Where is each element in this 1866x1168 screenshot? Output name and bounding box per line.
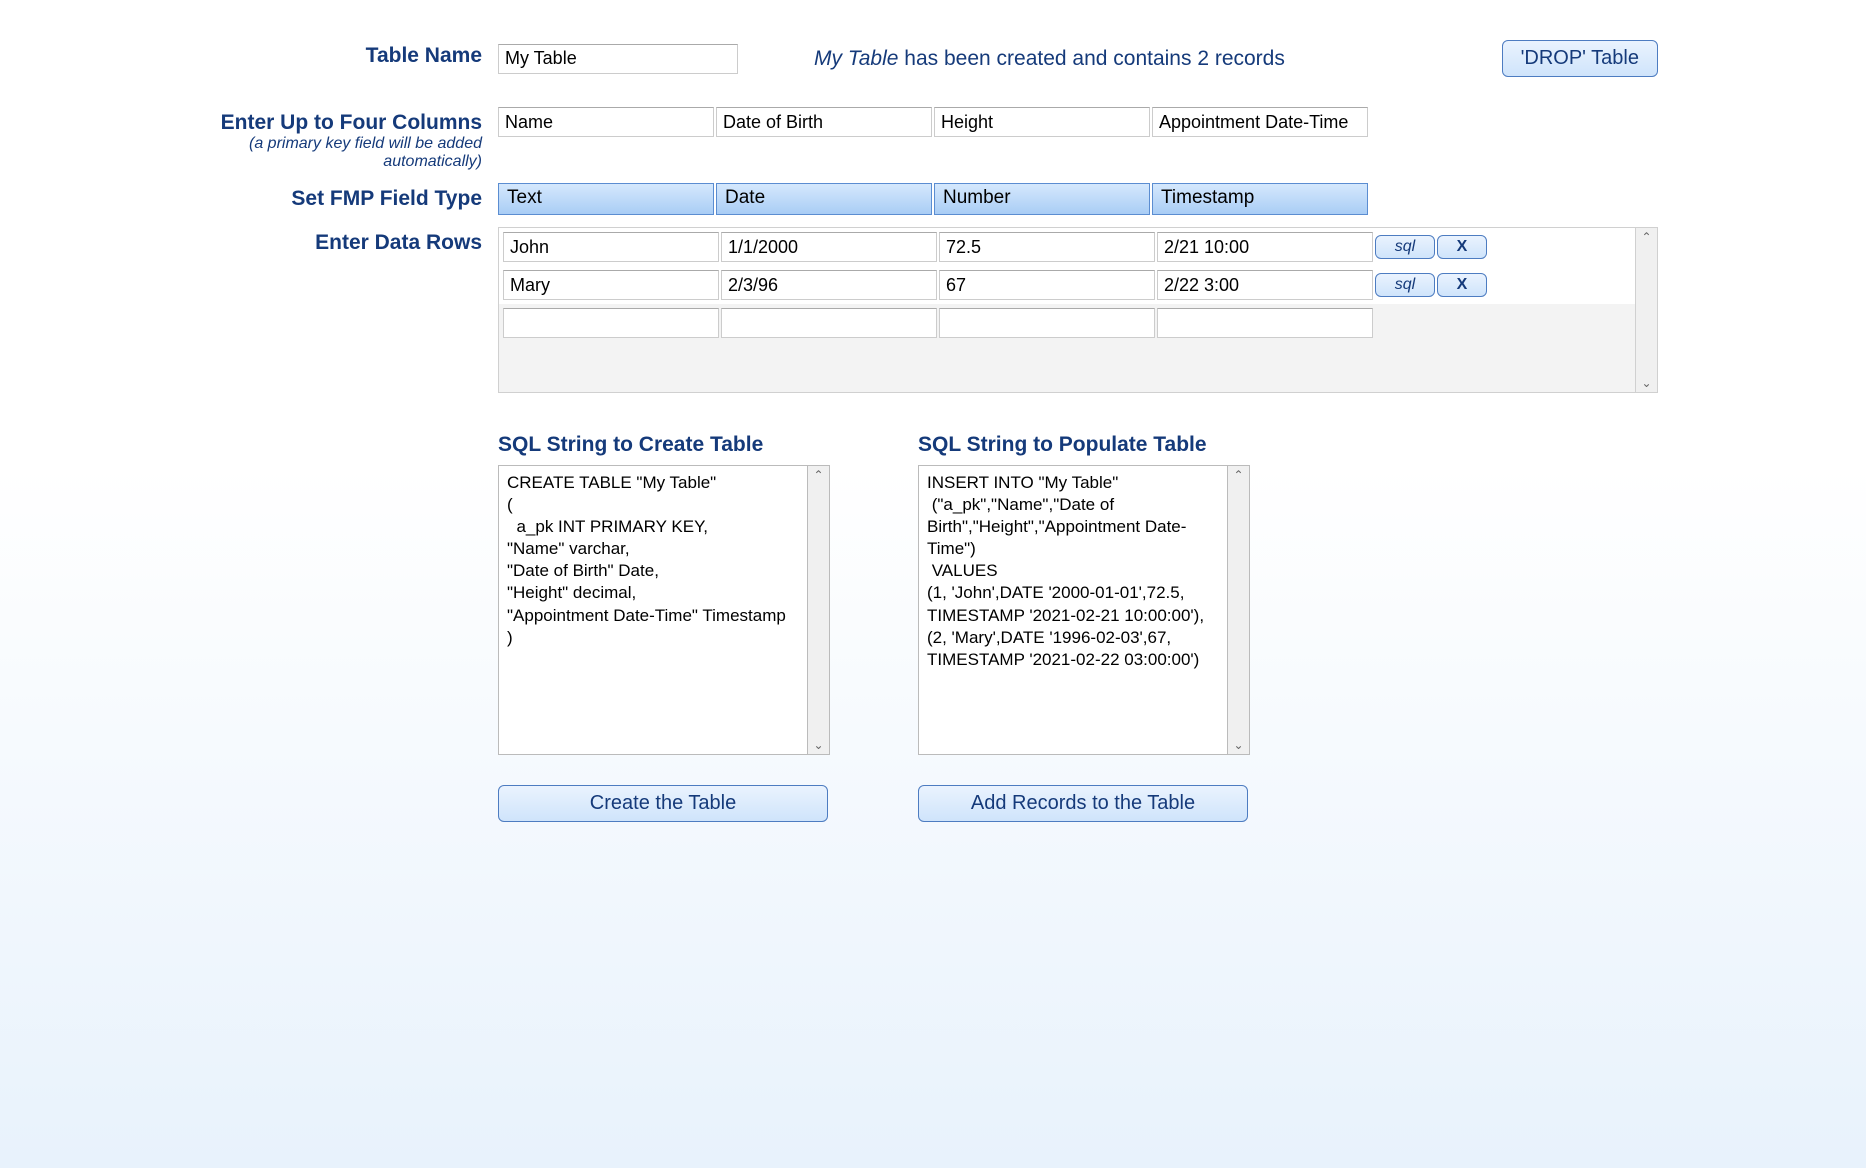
add-records-button[interactable]: Add Records to the Table xyxy=(918,785,1248,822)
sql-populate-heading: SQL String to Populate Table xyxy=(918,433,1258,457)
data-cell[interactable] xyxy=(503,270,719,300)
sql-create-textarea[interactable]: CREATE TABLE "My Table" ( a_pk INT PRIMA… xyxy=(498,465,808,755)
label-columns: Enter Up to Four Columns (a primary key … xyxy=(208,107,498,171)
data-cell[interactable] xyxy=(1157,232,1373,262)
column-name-input-3[interactable] xyxy=(1152,107,1368,137)
status-message: My Table has been created and contains 2… xyxy=(754,47,1486,71)
label-columns-main: Enter Up to Four Columns xyxy=(221,111,482,134)
column-name-input-2[interactable] xyxy=(934,107,1150,137)
scroll-down-icon[interactable]: ⌄ xyxy=(811,736,825,754)
label-table-name: Table Name xyxy=(208,40,498,68)
field-type-select-3[interactable]: Timestamp xyxy=(1152,183,1368,215)
sql-create-heading: SQL String to Create Table xyxy=(498,433,838,457)
row-delete-button[interactable]: X xyxy=(1437,235,1487,259)
sql-populate-textarea[interactable]: INSERT INTO "My Table" ("a_pk","Name","D… xyxy=(918,465,1228,755)
scroll-down-icon[interactable]: ⌄ xyxy=(1231,736,1245,754)
table-name-input[interactable] xyxy=(498,44,738,74)
status-rest: has been created and contains 2 records xyxy=(898,47,1284,70)
data-cell[interactable] xyxy=(721,308,937,338)
scroll-down-icon[interactable]: ⌄ xyxy=(1639,374,1653,392)
sql-populate-scrollbar[interactable]: ⌃ ⌄ xyxy=(1228,465,1250,755)
sql-create-scrollbar[interactable]: ⌃ ⌄ xyxy=(808,465,830,755)
data-cell[interactable] xyxy=(503,308,719,338)
column-name-input-1[interactable] xyxy=(716,107,932,137)
data-cell[interactable] xyxy=(939,232,1155,262)
data-row: sql X xyxy=(499,266,1635,304)
row-delete-button[interactable]: X xyxy=(1437,273,1487,297)
drop-table-button[interactable]: 'DROP' Table xyxy=(1502,40,1658,77)
row-sql-button[interactable]: sql xyxy=(1375,273,1435,297)
create-table-button[interactable]: Create the Table xyxy=(498,785,828,822)
column-name-input-0[interactable] xyxy=(498,107,714,137)
scroll-up-icon[interactable]: ⌃ xyxy=(1231,466,1245,484)
label-data-rows: Enter Data Rows xyxy=(208,227,498,255)
data-row: sql X xyxy=(499,228,1635,266)
label-field-type: Set FMP Field Type xyxy=(208,183,498,211)
status-table-name: My Table xyxy=(814,47,898,70)
data-cell[interactable] xyxy=(1157,270,1373,300)
field-type-select-1[interactable]: Date xyxy=(716,183,932,215)
data-rows-area: sql X sql X xyxy=(498,227,1658,393)
row-sql-button[interactable]: sql xyxy=(1375,235,1435,259)
field-type-select-2[interactable]: Number xyxy=(934,183,1150,215)
scroll-up-icon[interactable]: ⌃ xyxy=(1639,228,1653,246)
field-type-select-0[interactable]: Text xyxy=(498,183,714,215)
data-cell[interactable] xyxy=(721,232,937,262)
data-cell[interactable] xyxy=(939,270,1155,300)
data-cell[interactable] xyxy=(939,308,1155,338)
data-cell[interactable] xyxy=(503,232,719,262)
scroll-up-icon[interactable]: ⌃ xyxy=(811,466,825,484)
data-cell[interactable] xyxy=(721,270,937,300)
data-row xyxy=(499,304,1635,342)
label-columns-sub: (a primary key field will be added autom… xyxy=(208,135,482,171)
data-cell[interactable] xyxy=(1157,308,1373,338)
data-rows-scrollbar[interactable]: ⌃ ⌄ xyxy=(1635,228,1657,392)
